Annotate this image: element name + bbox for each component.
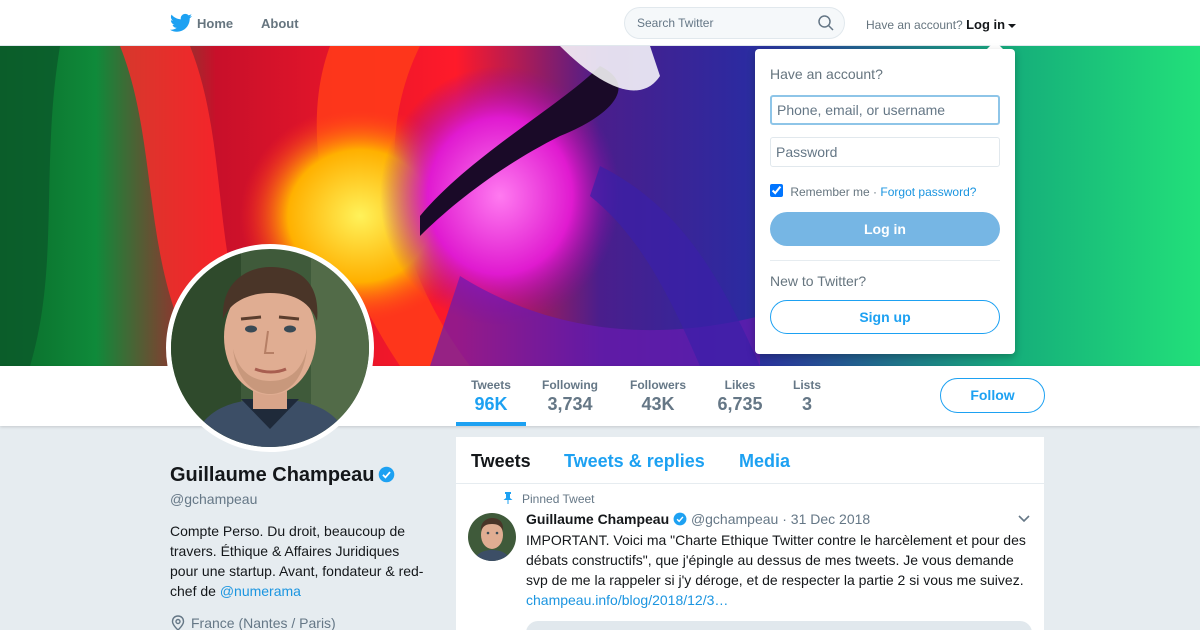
profile-bio: Compte Perso. Du droit, beaucoup de trav…	[170, 521, 430, 601]
caret-down-icon	[1008, 24, 1017, 28]
login-dropdown: Have an account? Remember me · Forgot pa…	[755, 49, 1015, 354]
stat-label: Tweets	[471, 378, 511, 392]
tweet-date[interactable]: 31 Dec 2018	[791, 511, 870, 527]
forgot-password-link[interactable]: Forgot password?	[880, 185, 976, 199]
tweet-body: IMPORTANT. Voici ma "Charte Ethique Twit…	[526, 532, 1026, 588]
stat-likes[interactable]: Likes 6,735	[716, 378, 764, 415]
location-text: France (Nantes / Paris)	[191, 615, 336, 630]
tweet-header: Guillaume Champeau @gchampeau · 31 Dec 2…	[526, 511, 870, 527]
tweet-avatar[interactable]	[468, 513, 516, 561]
password-field[interactable]	[770, 137, 1000, 167]
stat-value: 6,735	[717, 394, 763, 414]
remember-me-label[interactable]: Remember me	[790, 185, 869, 199]
chevron-down-icon[interactable]	[1018, 515, 1030, 523]
login-toggle[interactable]: Have an account? Log in	[866, 17, 1017, 32]
follow-button[interactable]: Follow	[940, 378, 1045, 413]
stat-label: Lists	[792, 378, 821, 392]
remember-me-checkbox[interactable]	[770, 184, 783, 197]
stat-label: Likes	[724, 378, 756, 392]
stat-value: 3	[801, 394, 812, 414]
timeline: Tweets Tweets & replies Media Pinned Twe…	[456, 437, 1044, 630]
tweet-separator: ·	[782, 511, 787, 527]
search-icon[interactable]	[818, 15, 834, 31]
signup-button[interactable]: Sign up	[770, 300, 1000, 334]
nav-about-link[interactable]: About	[261, 16, 299, 31]
stat-followers[interactable]: Followers 43K	[629, 378, 687, 415]
tweet-card-preview[interactable]	[526, 621, 1032, 630]
active-tab-indicator	[456, 422, 526, 426]
search-box[interactable]	[624, 7, 845, 39]
new-to-twitter-text: New to Twitter?	[770, 273, 867, 289]
pinned-text: Pinned Tweet	[522, 492, 595, 506]
stat-value: 43K	[641, 394, 675, 414]
login-link[interactable]: Log in	[966, 17, 1005, 32]
tab-media[interactable]: Media	[739, 451, 790, 472]
have-account-text: Have an account?	[866, 18, 963, 32]
dropdown-title: Have an account?	[770, 66, 883, 82]
stat-label: Followers	[629, 378, 686, 392]
profile-name-text: Guillaume Champeau	[170, 464, 375, 486]
tweet-author-name[interactable]: Guillaume Champeau	[526, 511, 669, 527]
dropdown-divider	[770, 260, 1000, 261]
profile-handle[interactable]: @gchampeau	[170, 491, 257, 507]
tweet-link[interactable]: champeau.info/blog/2018/12/3…	[526, 592, 728, 608]
tweet-author-handle[interactable]: @gchampeau	[691, 511, 778, 527]
stat-label: Following	[542, 378, 598, 392]
remember-separator: ·	[873, 185, 878, 199]
remember-row: Remember me · Forgot password?	[770, 184, 976, 199]
stat-following[interactable]: Following 3,734	[541, 378, 599, 415]
timeline-tabs: Tweets Tweets & replies Media	[456, 437, 1044, 484]
verified-badge-icon	[378, 466, 394, 483]
stat-tweets[interactable]: Tweets 96K	[470, 378, 512, 415]
login-button[interactable]: Log in	[770, 212, 1000, 246]
stat-value: 3,734	[547, 394, 593, 414]
username-field[interactable]	[770, 95, 1000, 125]
profile-location: France (Nantes / Paris)	[170, 615, 336, 630]
profile-avatar[interactable]	[166, 244, 374, 452]
stat-value: 96K	[474, 394, 508, 414]
twitter-bird-icon[interactable]	[170, 13, 192, 33]
search-input[interactable]	[637, 16, 807, 30]
bio-mention-link[interactable]: @numerama	[220, 583, 301, 599]
stat-lists[interactable]: Lists 3	[792, 378, 822, 415]
tab-tweets[interactable]: Tweets	[471, 451, 531, 472]
verified-badge-icon	[673, 512, 687, 526]
dropdown-arrow	[987, 41, 1003, 49]
location-pin-icon	[171, 615, 185, 630]
pin-icon	[503, 492, 513, 504]
nav-home-link[interactable]: Home	[197, 16, 233, 31]
top-navigation-bar: Home About Have an account? Log in	[0, 0, 1200, 46]
pinned-tweet-label: Pinned Tweet	[503, 492, 595, 506]
tab-tweets-and-replies[interactable]: Tweets & replies	[564, 451, 705, 472]
tweet-text: IMPORTANT. Voici ma "Charte Ethique Twit…	[526, 530, 1031, 610]
profile-fullname[interactable]: Guillaume Champeau	[170, 464, 395, 487]
